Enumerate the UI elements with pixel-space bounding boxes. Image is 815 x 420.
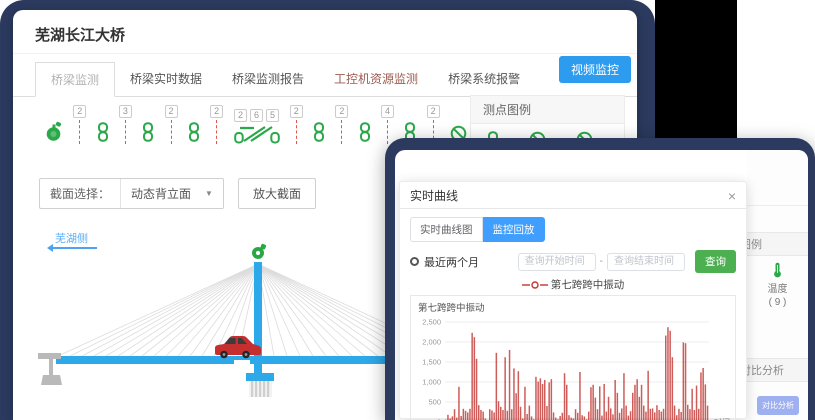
sensor-measure-point: 2: [290, 105, 303, 144]
legend-label: 第七跨跨中振动: [551, 279, 625, 291]
bridge-cables: [58, 264, 390, 356]
section-select-label: 截面选择：: [40, 179, 120, 208]
dialog-title: 实时曲线: [410, 187, 458, 204]
link-sensor-icon[interactable]: [359, 122, 371, 142]
compare-analysis-button[interactable]: 对比分析: [757, 396, 799, 415]
sensor-count-badge: 2: [165, 105, 178, 118]
section-toolbar: 截面选择： 动态背立面 ▼ 放大截面: [39, 178, 316, 209]
sensor-count-badge: 2: [290, 105, 303, 118]
radio-label: 最近两个月: [424, 254, 479, 270]
bridge-drawing: [18, 240, 390, 420]
curve-window-content: 测点图例 温度 ( 9 ) 对比分析 对比分析 监测点列表 实: [395, 150, 808, 420]
sensor-count-badge: 2: [335, 105, 348, 118]
link-sensor-icon[interactable]: [188, 122, 200, 142]
abutment-pier: [38, 353, 62, 385]
dashed-line: [125, 120, 126, 144]
legend-marker-icon: [522, 280, 548, 290]
sensor-count-badge: 2: [427, 105, 440, 118]
sensor-count-badge: 5: [266, 109, 279, 122]
svg-text:500: 500: [428, 398, 441, 407]
sensor-measure-point: 2: [73, 105, 86, 144]
tab-monitor-report[interactable]: 桥梁监测报告: [217, 62, 319, 97]
dashed-line: [387, 120, 388, 144]
svg-text:1,500: 1,500: [422, 358, 441, 367]
sensor-point-row: 23222652242: [45, 96, 467, 144]
start-time-input[interactable]: [518, 253, 596, 271]
dashed-line: [296, 120, 297, 144]
sensor-count-badge: 2: [210, 105, 223, 118]
link-sensor-icon[interactable]: [97, 122, 109, 142]
sidebar-divider: [747, 205, 808, 206]
dashed-line: [79, 120, 80, 144]
sensor-measure-point: 4: [381, 105, 394, 144]
legend-panel-title: 测点图例: [471, 96, 624, 124]
tower-sensor-icon[interactable]: [252, 243, 267, 259]
pier-cap: [246, 373, 274, 381]
dashed-line: [216, 120, 217, 144]
sensor-count-badge: 2: [234, 109, 247, 122]
vibration-chart: 2,5002,0001,5001,00050002018-09-30 16:01…: [415, 314, 731, 420]
link-sensor-icon[interactable]: [142, 122, 154, 142]
chart-title: 第七跨跨中振动: [418, 300, 731, 314]
realtime-curve-dialog: 实时曲线 × 实时曲线图 监控回放 最近两个月 - 查询: [399, 181, 747, 419]
tab-realtime-data[interactable]: 桥梁实时数据: [115, 62, 217, 97]
sensor-measure-point: 2: [165, 105, 178, 144]
svg-text:2,500: 2,500: [422, 318, 441, 327]
section-select-dropdown[interactable]: 动态背立面 ▼: [120, 179, 223, 208]
svg-text:1,000: 1,000: [422, 378, 441, 387]
dialog-tab-bar: 实时曲线图 监控回放: [410, 217, 736, 242]
query-row: 最近两个月 - 查询: [410, 250, 736, 273]
chart-container: 第七跨跨中振动 2,5002,0001,5001,00050002018-09-…: [410, 295, 736, 420]
time-range-inputs: -: [518, 253, 685, 271]
gauge-sensor-icon[interactable]: [45, 121, 63, 142]
section-select-value: 动态背立面: [131, 185, 191, 202]
page-title: 芜湖长江大桥: [13, 10, 637, 54]
thermometer-icon: [772, 262, 783, 278]
chevron-down-icon: ▼: [205, 189, 213, 198]
temperature-sensor-block[interactable]: 温度 ( 9 ): [747, 262, 808, 310]
sensor-count-badge: 2: [73, 105, 86, 118]
svg-text:2,000: 2,000: [422, 338, 441, 347]
sensor-measure-point: 2: [335, 105, 348, 144]
section-select-group: 截面选择： 动态背立面 ▼: [39, 178, 224, 209]
background-black-area: [655, 0, 737, 140]
dialog-header: 实时曲线 ×: [400, 182, 746, 209]
radio-last-two-months[interactable]: [410, 257, 419, 266]
dashed-line: [171, 120, 172, 144]
curve-dialog-window: 测点图例 温度 ( 9 ) 对比分析 对比分析 监测点列表 实: [385, 138, 815, 420]
video-monitor-button[interactable]: 视频监控: [559, 56, 631, 83]
range-separator: -: [600, 256, 603, 267]
close-icon[interactable]: ×: [728, 190, 736, 202]
tab-ipc-resource-monitor[interactable]: 工控机资源监测: [319, 62, 433, 97]
sensor-measure-point: 2: [210, 105, 223, 144]
sensor-count-badge: 4: [381, 105, 394, 118]
sidebar-legend-header: 测点图例: [747, 232, 808, 256]
sidebar-compare-header: 对比分析: [747, 358, 808, 382]
temperature-label: 温度: [747, 283, 808, 297]
tab-monitor-playback[interactable]: 监控回放: [483, 217, 545, 242]
main-tab-bar: 桥梁监测 桥梁实时数据 桥梁监测报告 工控机资源监测 桥梁系统报警: [13, 62, 637, 97]
query-button[interactable]: 查询: [695, 250, 736, 273]
enlarge-section-button[interactable]: 放大截面: [238, 178, 316, 209]
dashed-line: [341, 120, 342, 144]
pile-group: [249, 381, 272, 397]
tab-realtime-curve[interactable]: 实时曲线图: [410, 217, 483, 242]
deck-joint-gap: [234, 360, 250, 364]
end-time-input[interactable]: [607, 253, 685, 271]
sensor-measure-point: 3: [119, 105, 132, 144]
bearing-sensor-icon[interactable]: 265: [234, 109, 280, 144]
sensor-count-badge: 3: [119, 105, 132, 118]
link-sensor-icon[interactable]: [313, 122, 325, 142]
tab-bridge-monitor[interactable]: 桥梁监测: [35, 62, 115, 97]
chart-legend[interactable]: 第七跨跨中振动: [400, 277, 746, 292]
sensor-count-badge: 6: [250, 109, 263, 122]
temperature-count: ( 9 ): [747, 296, 808, 310]
background-app-sidebar: 测点图例 温度 ( 9 ) 对比分析 对比分析 监测点列表: [747, 150, 808, 420]
tab-system-alarm[interactable]: 桥梁系统报警: [433, 62, 535, 97]
